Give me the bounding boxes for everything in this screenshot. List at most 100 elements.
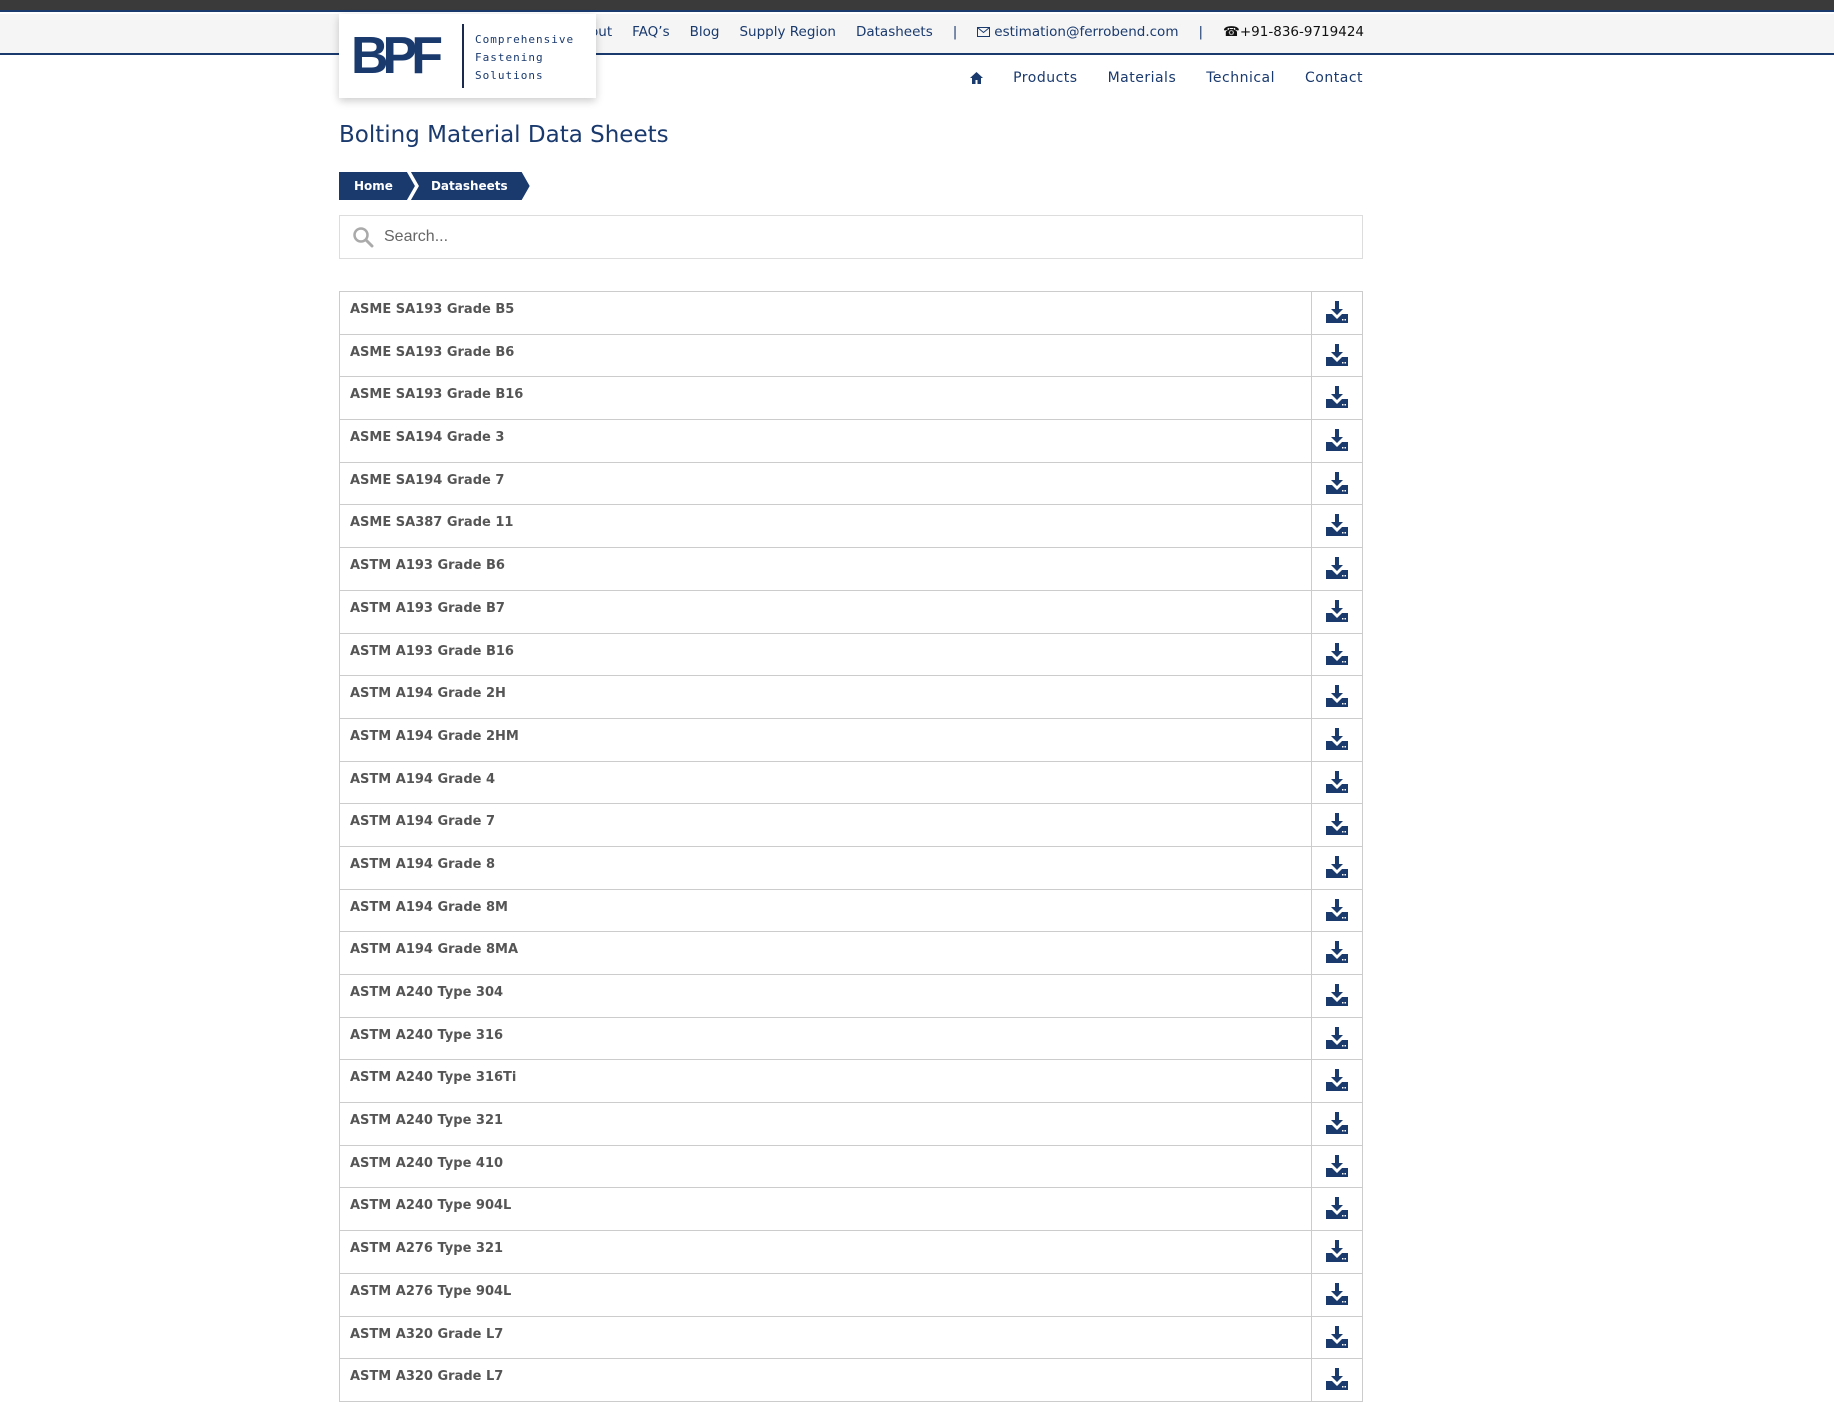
download-button[interactable] (1311, 377, 1362, 420)
download-icon (1326, 1240, 1348, 1263)
table-row: ASTM A193 Grade B7 (339, 590, 1363, 634)
search-input[interactable] (384, 228, 1362, 246)
download-icon (1326, 1069, 1348, 1092)
phone-link[interactable]: ☎ +91-836-9719424 (1223, 24, 1364, 40)
datasheet-name[interactable]: ASTM A240 Type 304 (340, 975, 1311, 1017)
download-icon (1326, 727, 1348, 750)
table-row: ASME SA387 Grade 11 (339, 505, 1363, 549)
top-link-datasheets[interactable]: Datasheets (856, 24, 933, 40)
page-title: Bolting Material Data Sheets (339, 122, 669, 148)
datasheet-name[interactable]: ASTM A240 Type 316Ti (340, 1060, 1311, 1102)
datasheet-name[interactable]: ASTM A193 Grade B16 (340, 634, 1311, 676)
download-button[interactable] (1311, 1316, 1362, 1359)
download-button[interactable] (1311, 505, 1362, 548)
datasheet-name[interactable]: ASME SA194 Grade 7 (340, 463, 1311, 505)
download-icon (1326, 557, 1348, 580)
datasheet-name[interactable]: ASTM A240 Type 321 (340, 1103, 1311, 1145)
table-row: ASTM A194 Grade 2H (339, 676, 1363, 719)
top-link-blog[interactable]: Blog (690, 24, 720, 40)
download-button[interactable] (1311, 1060, 1362, 1103)
datasheet-name[interactable]: ASME SA194 Grade 3 (340, 420, 1311, 462)
download-button[interactable] (1311, 1231, 1362, 1273)
download-button[interactable] (1311, 1188, 1362, 1231)
table-row: ASME SA193 Grade B5 (339, 292, 1363, 335)
table-row: ASTM A276 Type 904L (339, 1273, 1363, 1317)
tagline-line: Fastening (475, 51, 544, 64)
download-icon (1326, 813, 1348, 836)
download-button[interactable] (1311, 932, 1362, 974)
datasheet-name[interactable]: ASME SA193 Grade B6 (340, 335, 1311, 377)
download-button[interactable] (1311, 1273, 1362, 1316)
table-row: ASME SA193 Grade B6 (339, 334, 1363, 378)
table-row: ASTM A193 Grade B16 (339, 633, 1363, 677)
datasheet-name[interactable]: ASTM A240 Type 316 (340, 1018, 1311, 1060)
datasheet-name[interactable]: ASTM A194 Grade 8 (340, 847, 1311, 889)
table-row: ASTM A194 Grade 8 (339, 846, 1363, 890)
download-button[interactable] (1311, 846, 1362, 889)
download-button[interactable] (1311, 761, 1362, 804)
datasheet-name[interactable]: ASTM A276 Type 321 (340, 1231, 1311, 1273)
download-icon (1326, 343, 1348, 366)
download-button[interactable] (1311, 676, 1362, 718)
download-button[interactable] (1311, 462, 1362, 505)
tagline-line: Comprehensive (475, 33, 575, 46)
datasheet-name[interactable]: ASME SA193 Grade B5 (340, 292, 1311, 334)
download-button[interactable] (1311, 292, 1362, 334)
datasheet-name[interactable]: ASTM A194 Grade 8MA (340, 932, 1311, 974)
download-icon (1326, 685, 1348, 708)
nav-products[interactable]: Products (1013, 70, 1077, 86)
datasheet-name[interactable]: ASTM A194 Grade 8M (340, 890, 1311, 932)
download-button[interactable] (1311, 1145, 1362, 1188)
datasheet-name[interactable]: ASTM A194 Grade 4 (340, 762, 1311, 804)
nav-technical[interactable]: Technical (1206, 70, 1275, 86)
download-icon (1326, 642, 1348, 665)
download-button[interactable] (1311, 889, 1362, 932)
datasheet-name[interactable]: ASTM A194 Grade 7 (340, 804, 1311, 846)
envelope-icon (977, 27, 991, 37)
download-icon (1326, 386, 1348, 409)
top-link-faq[interactable]: FAQ’s (632, 24, 669, 40)
datasheet-name[interactable]: ASME SA387 Grade 11 (340, 505, 1311, 547)
download-button[interactable] (1311, 590, 1362, 633)
download-button[interactable] (1311, 1103, 1362, 1145)
datasheet-name[interactable]: ASTM A194 Grade 2HM (340, 719, 1311, 761)
download-button[interactable] (1311, 420, 1362, 462)
download-button[interactable] (1311, 548, 1362, 590)
datasheet-name[interactable]: ASTM A276 Type 904L (340, 1274, 1311, 1316)
table-row: ASTM A194 Grade 8MA (339, 932, 1363, 975)
breadcrumb-home[interactable]: Home (339, 172, 415, 200)
table-row: ASTM A240 Type 904L (339, 1188, 1363, 1232)
datasheet-name[interactable]: ASTM A240 Type 410 (340, 1146, 1311, 1188)
logo[interactable]: BPF Comprehensive Fastening Solutions (339, 14, 596, 98)
download-button[interactable] (1311, 975, 1362, 1017)
tagline-line: Solutions (475, 69, 544, 82)
table-row: ASTM A240 Type 410 (339, 1145, 1363, 1189)
download-icon (1326, 599, 1348, 622)
datasheet-name[interactable]: ASME SA193 Grade B16 (340, 377, 1311, 419)
download-icon (1326, 898, 1348, 921)
download-button[interactable] (1311, 1017, 1362, 1060)
nav-contact[interactable]: Contact (1305, 70, 1363, 86)
table-row: ASTM A240 Type 304 (339, 975, 1363, 1018)
download-button[interactable] (1311, 1359, 1362, 1401)
top-link-supply-region[interactable]: Supply Region (739, 24, 836, 40)
home-icon[interactable] (970, 72, 984, 84)
datasheet-name[interactable]: ASTM A193 Grade B6 (340, 548, 1311, 590)
download-button[interactable] (1311, 334, 1362, 377)
datasheet-name[interactable]: ASTM A240 Type 904L (340, 1188, 1311, 1230)
download-button[interactable] (1311, 718, 1362, 761)
download-icon (1326, 429, 1348, 452)
email-text: estimation@ferrobend.com (994, 24, 1179, 40)
search-box (339, 215, 1363, 259)
nav-materials[interactable]: Materials (1108, 70, 1177, 86)
datasheet-name[interactable]: ASTM A194 Grade 2H (340, 676, 1311, 718)
download-button[interactable] (1311, 633, 1362, 676)
datasheet-name[interactable]: ASTM A193 Grade B7 (340, 591, 1311, 633)
datasheet-name[interactable]: ASTM A320 Grade L7 (340, 1317, 1311, 1359)
datasheet-name[interactable]: ASTM A320 Grade L7 (340, 1359, 1311, 1401)
email-link[interactable]: estimation@ferrobend.com (977, 24, 1178, 40)
table-row: ASTM A320 Grade L7 (339, 1359, 1363, 1402)
breadcrumb-datasheets[interactable]: Datasheets (411, 172, 530, 200)
download-button[interactable] (1311, 804, 1362, 846)
download-icon (1326, 1026, 1348, 1049)
